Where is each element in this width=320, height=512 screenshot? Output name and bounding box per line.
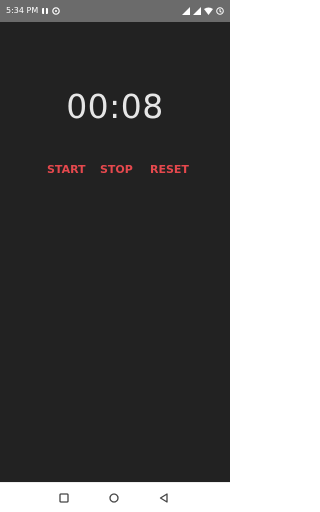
back-icon[interactable] [156,490,172,506]
signal-icon-2 [193,7,201,15]
timer-controls: START STOP RESET [0,162,230,178]
app-notification-icon [41,7,49,15]
status-left: 5:34 PM [6,6,61,15]
reset-button[interactable]: RESET [150,162,189,178]
home-icon[interactable] [106,490,122,506]
battery-icon [216,7,224,15]
wifi-icon [204,7,213,15]
timer-display: 00:08 [66,87,164,126]
recents-icon[interactable] [56,490,72,506]
start-button[interactable]: START [47,162,86,178]
navigation-bar [0,482,230,512]
status-time: 5:34 PM [6,6,39,15]
status-bar: 5:34 PM [0,0,230,22]
stopwatch-screen: 00:08 START STOP RESET [0,22,230,482]
stop-button[interactable]: STOP [100,162,133,178]
signal-icon [182,7,190,15]
settings-notification-icon [52,7,61,15]
status-right [182,7,224,15]
